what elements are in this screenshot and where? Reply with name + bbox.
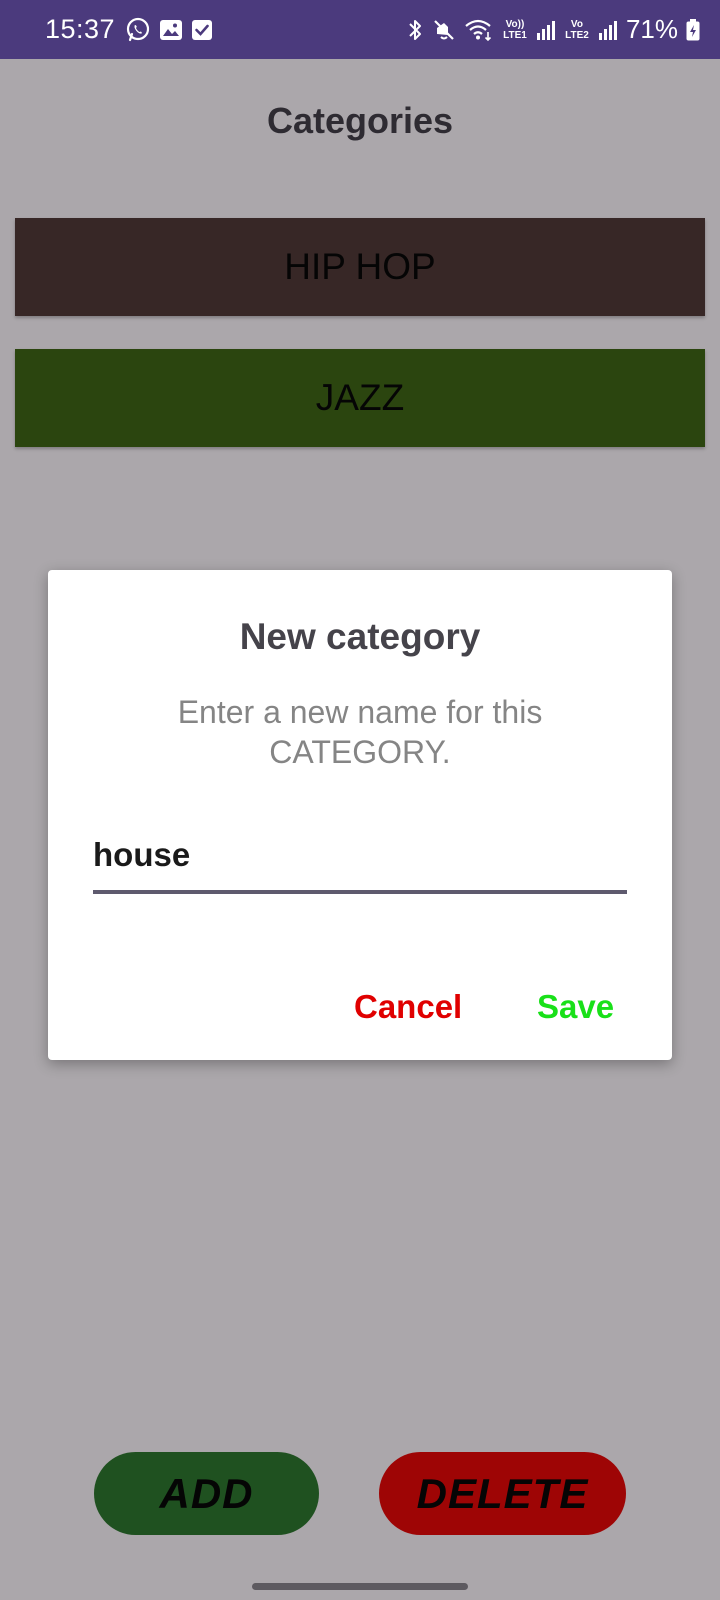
category-name-input[interactable]	[93, 830, 627, 894]
signal-icon	[598, 19, 618, 41]
add-button[interactable]: ADD	[94, 1452, 319, 1535]
delete-button[interactable]: DELETE	[379, 1452, 626, 1535]
bluetooth-icon	[406, 18, 424, 42]
checkbox-icon	[191, 19, 213, 41]
dialog-message: Enter a new name for this CATEGORY.	[177, 694, 543, 770]
page-title: Categories	[266, 100, 454, 141]
gesture-nav-handle[interactable]	[252, 1583, 468, 1590]
dialog-title: New category	[239, 616, 481, 657]
category-item-jazz[interactable]: JAZZ	[15, 349, 705, 447]
gallery-icon	[159, 18, 183, 42]
volte-lte2-icon: Vo LTE2	[564, 19, 590, 41]
cancel-button[interactable]: Cancel	[354, 988, 462, 1026]
volte-lte1-label: Vo)) LTE1	[503, 18, 527, 41]
whatsapp-icon	[125, 17, 151, 43]
battery-charging-icon	[686, 18, 700, 41]
volte-lte2-label: Vo LTE2	[565, 18, 589, 41]
save-button[interactable]: Save	[537, 988, 614, 1026]
wifi-icon	[464, 18, 494, 42]
battery-percentage: 71%	[625, 14, 678, 44]
status-left-icons	[125, 17, 213, 43]
status-time: 15:37	[45, 14, 116, 44]
status-right-icons: Vo)) LTE1 Vo LTE2 71%	[406, 14, 700, 45]
mute-icon	[432, 18, 456, 42]
signal-icon	[536, 19, 556, 41]
volte-lte1-icon: Vo)) LTE1	[502, 19, 528, 41]
new-category-dialog: New category Enter a new name for this C…	[48, 570, 672, 1060]
category-item-hip-hop[interactable]: HIP HOP	[15, 218, 705, 316]
status-bar: 15:37 Vo)) LTE1 Vo LTE2 71%	[0, 0, 720, 59]
